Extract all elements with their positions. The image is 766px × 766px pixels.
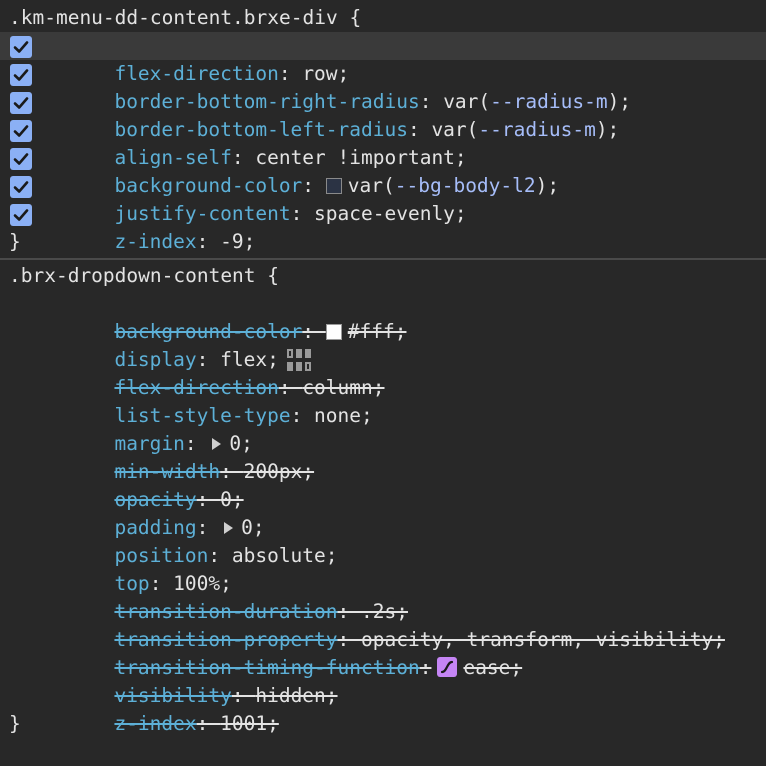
- property-name[interactable]: z-index: [114, 712, 196, 735]
- declaration-top[interactable]: top: 100%;: [0, 542, 766, 595]
- declaration-checkbox[interactable]: [10, 120, 32, 142]
- declaration-transition-duration[interactable]: transition-duration: .2s;: [0, 570, 766, 623]
- declaration-min-width[interactable]: min-width: 200px;: [0, 430, 766, 483]
- declaration-transition-property[interactable]: transition-property: opacity, transform,…: [0, 598, 766, 651]
- declaration-background-color[interactable]: background-color: var(--bg-body-l2);: [0, 144, 766, 197]
- declaration-flex-direction[interactable]: flex-direction: row;: [0, 32, 766, 85]
- declaration-visibility[interactable]: visibility: hidden;: [0, 654, 766, 707]
- declaration-checkbox[interactable]: [10, 204, 32, 226]
- declaration-border-bottom-left-radius[interactable]: border-bottom-left-radius: var(--radius-…: [0, 88, 766, 141]
- declaration-position[interactable]: position: absolute;: [0, 514, 766, 567]
- declaration-background-color[interactable]: background-color: #fff;: [0, 290, 766, 343]
- checkmark-icon: [13, 153, 29, 165]
- declaration-checkbox[interactable]: [10, 92, 32, 114]
- checkmark-icon: [13, 125, 29, 137]
- css-rule-brx-dropdown-content: .brx-dropdown-content { background-color…: [0, 260, 766, 738]
- rule-selector[interactable]: .brx-dropdown-content {: [0, 262, 766, 290]
- checkmark-icon: [13, 181, 29, 193]
- declaration-margin[interactable]: margin: 0;: [0, 402, 766, 455]
- rule-selector[interactable]: .km-menu-dd-content.brxe-div {: [0, 4, 766, 32]
- declaration-border-bottom-right-radius[interactable]: border-bottom-right-radius: var(--radius…: [0, 60, 766, 113]
- declaration-z-index[interactable]: z-index: 1001;: [0, 682, 766, 735]
- declaration-z-index[interactable]: z-index: -9;: [0, 200, 766, 253]
- declaration-opacity[interactable]: opacity: 0;: [0, 458, 766, 511]
- checkmark-icon: [13, 97, 29, 109]
- declaration-justify-content[interactable]: justify-content: space-evenly;: [0, 172, 766, 225]
- checkmark-icon: [13, 41, 29, 53]
- declaration-flex-direction[interactable]: flex-direction: column;: [0, 346, 766, 399]
- declaration-list-style-type[interactable]: list-style-type: none;: [0, 374, 766, 427]
- declaration-checkbox[interactable]: [10, 64, 32, 86]
- css-rule-km-menu-dd-content: .km-menu-dd-content.brxe-div { flex-dire…: [0, 0, 766, 256]
- declaration-checkbox[interactable]: [10, 36, 32, 58]
- checkmark-icon: [13, 69, 29, 81]
- declaration-checkbox[interactable]: [10, 148, 32, 170]
- declaration-align-self[interactable]: align-self: center !important;: [0, 116, 766, 169]
- checkmark-icon: [13, 209, 29, 221]
- property-value[interactable]: -9;: [220, 230, 255, 253]
- property-name[interactable]: z-index: [114, 230, 196, 253]
- declaration-transition-timing-function[interactable]: transition-timing-function: ease;: [0, 626, 766, 679]
- declaration-padding[interactable]: padding: 0;: [0, 486, 766, 539]
- declaration-display[interactable]: display: flex;: [0, 318, 766, 371]
- declaration-checkbox[interactable]: [10, 176, 32, 198]
- property-value[interactable]: 1001;: [220, 712, 279, 735]
